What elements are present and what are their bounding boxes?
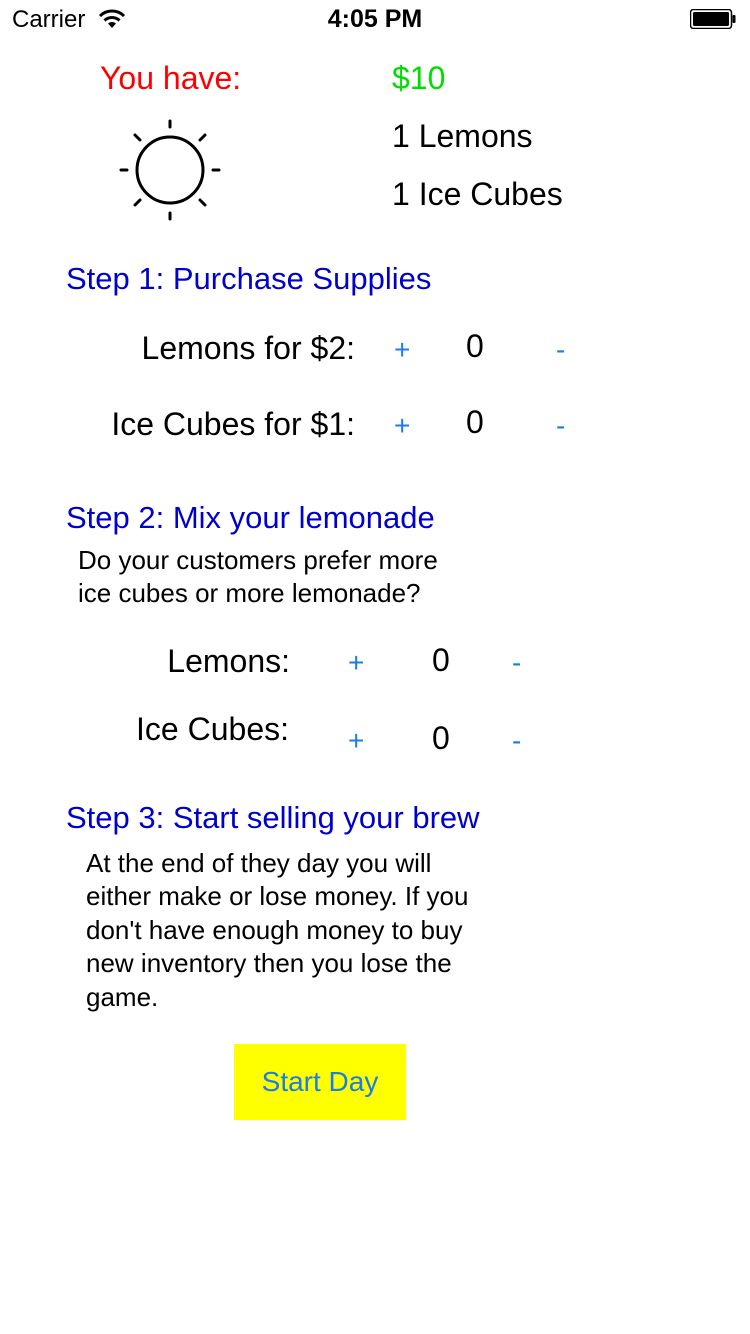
step1-title: Step 1: Purchase Supplies bbox=[66, 261, 432, 296]
battery-icon bbox=[690, 9, 736, 29]
step2-title: Step 2: Mix your lemonade bbox=[66, 500, 435, 535]
step3-line3: don't have enough money to buy bbox=[86, 915, 463, 945]
mix-ice-plus-button[interactable]: + bbox=[348, 725, 364, 757]
step3-line1: At the end of they day you will bbox=[86, 848, 432, 878]
mix-ice-label: Ice Cubes: bbox=[136, 711, 289, 747]
mix-lemons-label: Lemons: bbox=[167, 643, 290, 679]
purchase-ice-minus-button[interactable]: - bbox=[556, 410, 565, 442]
status-time: 4:05 PM bbox=[327, 5, 423, 33]
ice-cubes-owned: 1 Ice Cubes bbox=[392, 176, 563, 212]
purchase-ice-label: Ice Cubes for $1: bbox=[111, 406, 355, 442]
lemons-owned: 1 Lemons bbox=[392, 118, 533, 154]
step3-line4: new inventory then you lose the bbox=[86, 948, 452, 978]
step3-line5: game. bbox=[86, 982, 159, 1012]
money-value: $10 bbox=[392, 60, 446, 96]
purchase-lemons-plus-button[interactable]: + bbox=[394, 334, 410, 366]
start-day-button[interactable]: Start Day bbox=[234, 1044, 406, 1120]
step3-title: Step 3: Start selling your brew bbox=[66, 800, 480, 835]
mix-lemons-minus-button[interactable]: - bbox=[512, 647, 521, 679]
step2-description-line1: Do your customers prefer more bbox=[78, 545, 438, 575]
purchase-lemons-label: Lemons for $2: bbox=[141, 330, 355, 366]
step3-line2: either make or lose money. If you bbox=[86, 881, 469, 911]
sun-icon bbox=[119, 119, 221, 221]
mix-ice-minus-button[interactable]: - bbox=[512, 725, 521, 757]
mix-ice-value: 0 bbox=[432, 720, 450, 756]
you-have-label: You have: bbox=[100, 60, 242, 96]
mix-lemons-plus-button[interactable]: + bbox=[348, 647, 364, 679]
step2-description-line2: ice cubes or more lemonade? bbox=[78, 578, 421, 608]
mix-lemons-value: 0 bbox=[432, 642, 450, 678]
purchase-lemons-minus-button[interactable]: - bbox=[556, 334, 565, 366]
purchase-ice-value: 0 bbox=[466, 404, 484, 440]
purchase-ice-plus-button[interactable]: + bbox=[394, 410, 410, 442]
purchase-lemons-value: 0 bbox=[466, 328, 484, 364]
